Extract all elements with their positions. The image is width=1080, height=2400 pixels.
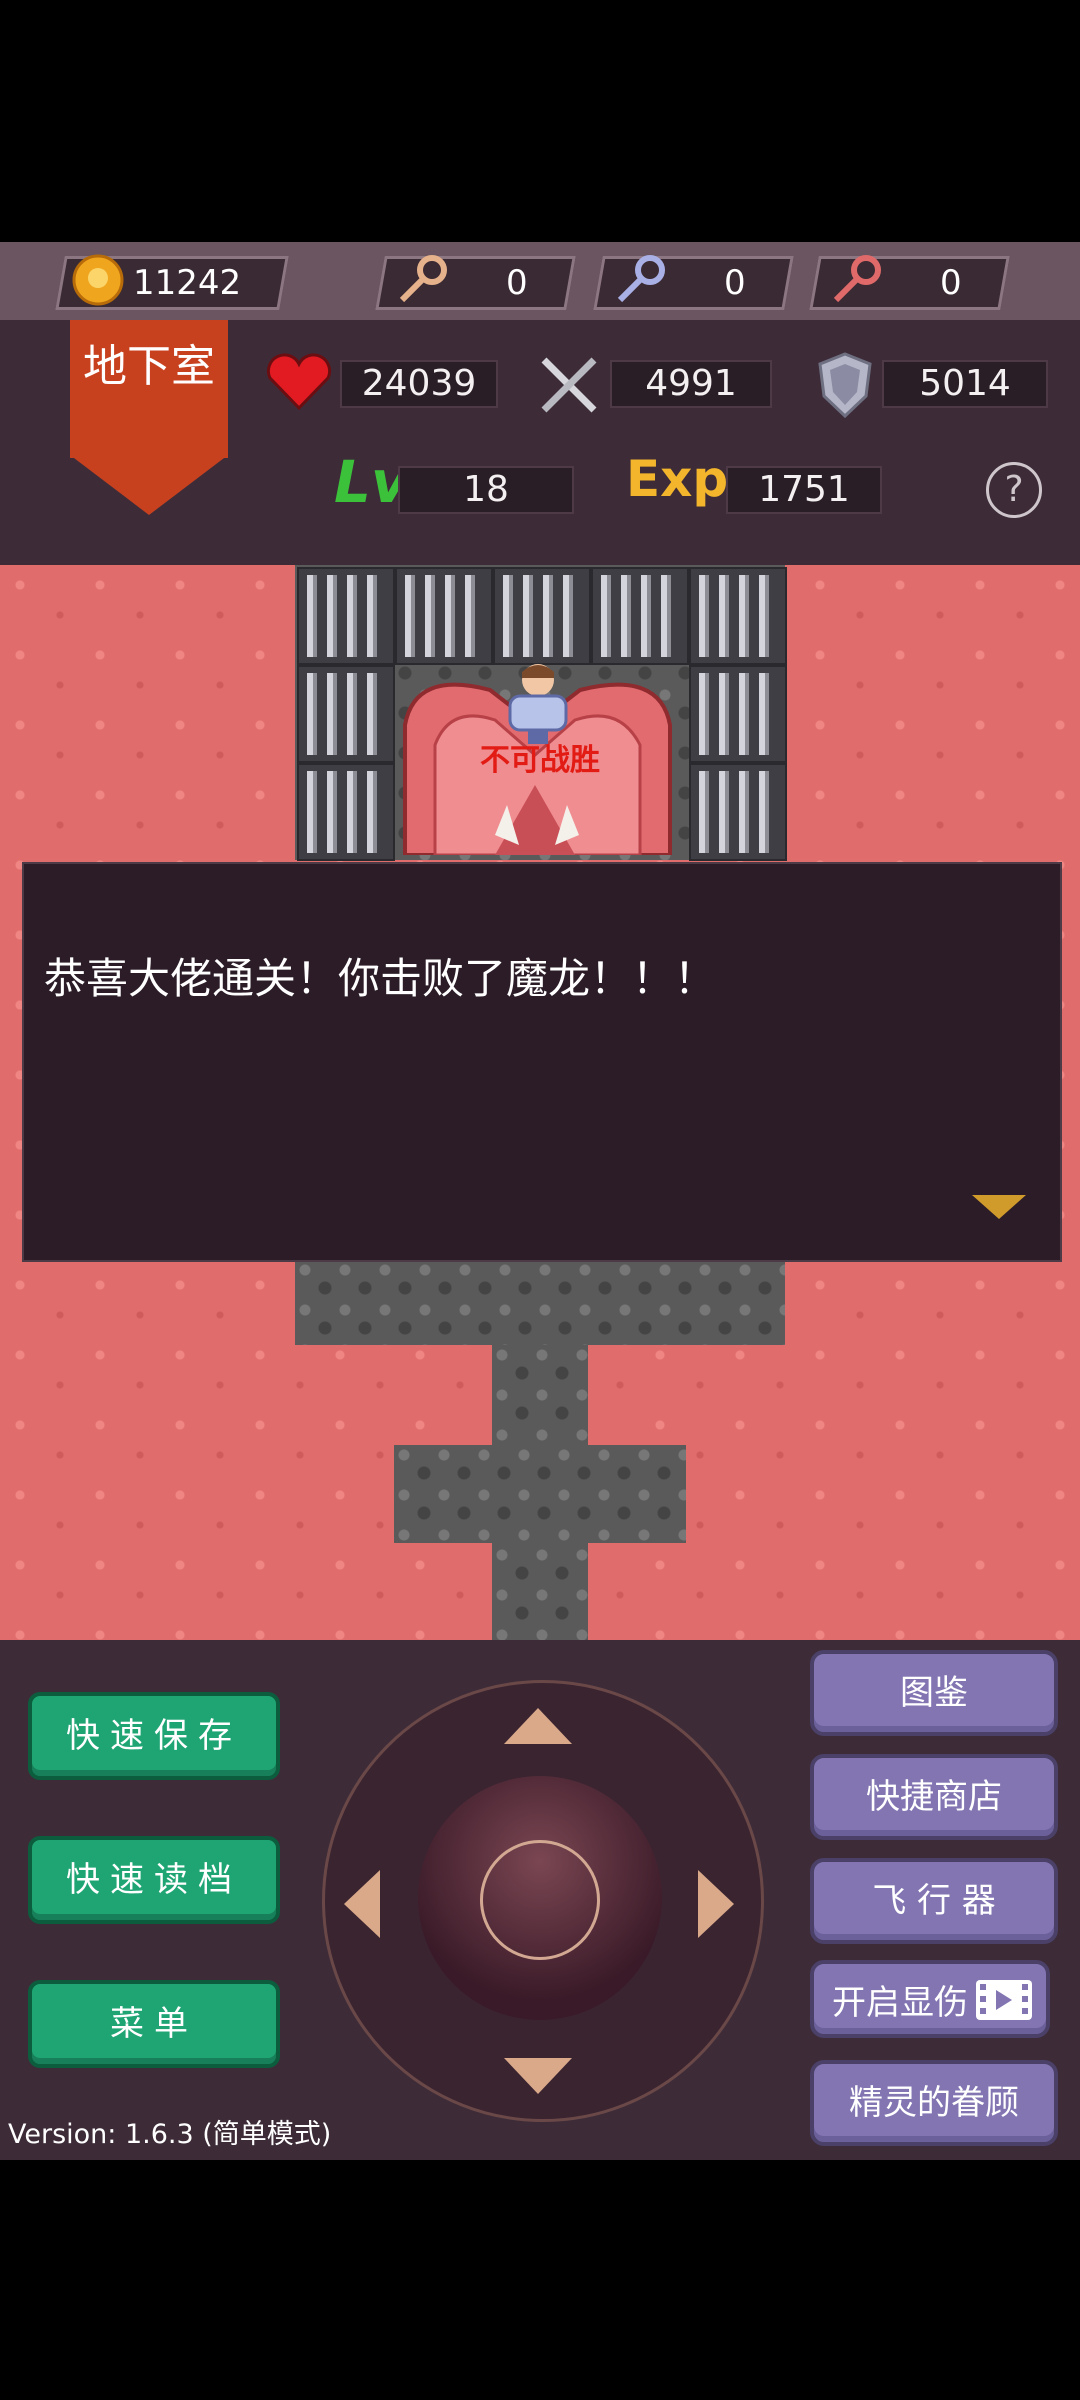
- resource-bar: 11242 0 0 0: [0, 242, 1080, 323]
- level-box: 18: [398, 466, 574, 514]
- hp-box: 24039: [340, 360, 498, 408]
- corridor-floor: [295, 1260, 785, 1345]
- iron-bars: [493, 567, 591, 665]
- corridor-floor: [394, 1445, 686, 1543]
- menu-button[interactable]: 菜单: [28, 1980, 280, 2068]
- flyer-button[interactable]: 飞 行 器: [810, 1858, 1058, 1944]
- quick-shop-button[interactable]: 快捷商店: [810, 1754, 1058, 1840]
- defense-box: 5014: [882, 360, 1048, 408]
- level-value: 18: [463, 469, 509, 510]
- arrow-right-icon[interactable]: [698, 1870, 734, 1938]
- floor-name: 地下室: [83, 341, 215, 392]
- show-damage-label: 开启显伤: [832, 1983, 968, 2023]
- spirit-favor-button[interactable]: 精灵的眷顾: [810, 2060, 1058, 2146]
- exp-box: 1751: [726, 466, 882, 514]
- exp-label: Exp: [626, 450, 729, 508]
- dpad-center-ring[interactable]: [480, 1840, 600, 1960]
- iron-bars: [591, 567, 689, 665]
- arrow-down-icon[interactable]: [504, 2058, 572, 2094]
- hero-icon: [508, 664, 568, 744]
- iron-bars: [689, 763, 787, 861]
- iron-bars: [297, 665, 395, 763]
- quick-save-button[interactable]: 快速保存: [28, 1692, 280, 1780]
- arrow-left-icon[interactable]: [344, 1870, 380, 1938]
- dialog-message: 恭喜大佬通关！你击败了魔龙！！！: [44, 954, 717, 1003]
- dialog-continue-arrow-icon[interactable]: [972, 1195, 1026, 1219]
- heart-icon: [266, 353, 332, 411]
- crossed-swords-icon: [541, 357, 597, 413]
- iron-bars: [297, 567, 395, 665]
- quick-load-button[interactable]: 快速读档: [28, 1836, 280, 1924]
- red-key-icon: [833, 255, 881, 303]
- enemy-warning-tag: 不可战胜: [480, 743, 600, 778]
- exp-value: 1751: [758, 469, 850, 510]
- floor-banner-tail: [70, 455, 228, 515]
- blue-key-value: 0: [724, 263, 746, 303]
- hp-value: 24039: [361, 363, 477, 404]
- red-key-value: 0: [940, 263, 962, 303]
- defense-value: 5014: [919, 363, 1011, 404]
- dialog-box[interactable]: [22, 862, 1062, 1262]
- iron-bars: [689, 665, 787, 763]
- iron-bars: [395, 567, 493, 665]
- encyclopedia-button[interactable]: 图鉴: [810, 1650, 1058, 1736]
- iron-bars: [297, 763, 395, 861]
- gold-value: 11242: [132, 263, 241, 303]
- yellow-key-icon: [399, 255, 447, 303]
- shield-icon: [818, 352, 872, 419]
- video-ad-icon: [976, 1980, 1032, 2020]
- version-label: Version: 1.6.3 (简单模式): [8, 2119, 332, 2150]
- attack-box: 4991: [610, 360, 772, 408]
- gold-coin-icon: [72, 254, 124, 306]
- help-icon[interactable]: ?: [986, 462, 1042, 518]
- attack-value: 4991: [645, 363, 737, 404]
- iron-bars: [689, 567, 787, 665]
- arrow-up-icon[interactable]: [504, 1708, 572, 1744]
- yellow-key-value: 0: [506, 263, 528, 303]
- blue-key-icon: [617, 255, 665, 303]
